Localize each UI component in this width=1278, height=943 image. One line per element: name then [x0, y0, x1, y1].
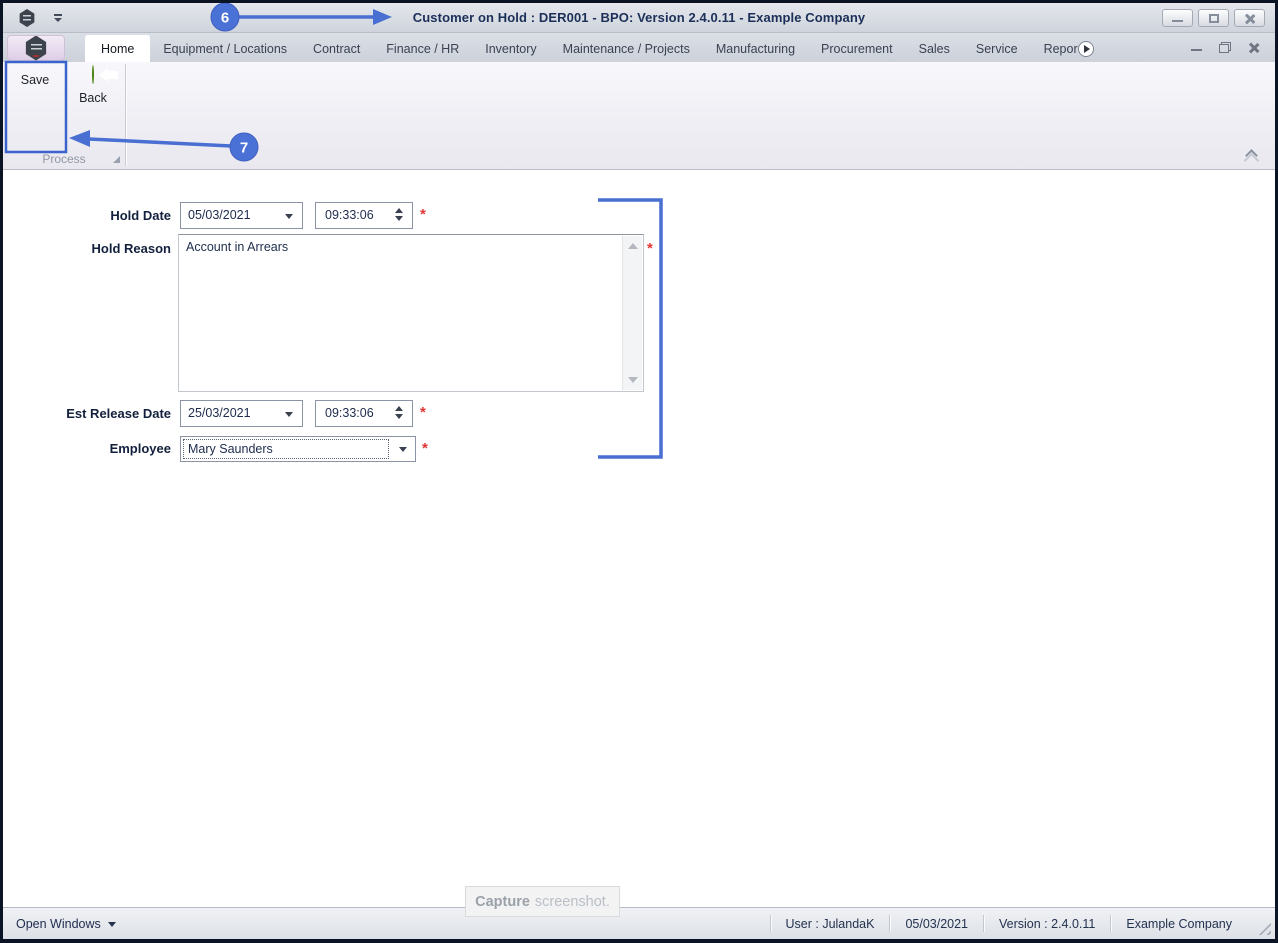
tab-equipment-locations[interactable]: Equipment / Locations [150, 35, 300, 62]
document-close-icon[interactable] [1248, 42, 1259, 53]
est-release-time-spinner[interactable]: 09:33:06 [315, 400, 413, 427]
ribbon-group-separator [125, 64, 126, 166]
app-logo-icon [25, 35, 47, 61]
tab-service[interactable]: Service [963, 35, 1031, 62]
save-button[interactable]: Save [9, 66, 61, 87]
dropdown-arrow-icon[interactable] [285, 214, 293, 219]
required-asterisk: * [647, 240, 653, 257]
dropdown-arrow-icon[interactable] [399, 447, 407, 452]
ribbon-content: Save Back Process [3, 62, 1275, 170]
textarea-scrollbar[interactable] [622, 236, 642, 390]
window-title: Customer on Hold : DER001 - BPO: Version… [412, 10, 866, 25]
employee-combobox[interactable]: Mary Saunders [180, 436, 416, 462]
scroll-down-icon[interactable] [627, 377, 638, 383]
tab-inventory[interactable]: Inventory [472, 35, 549, 62]
app-window: Customer on Hold : DER001 - BPO: Version… [0, 0, 1278, 943]
close-icon [1244, 13, 1255, 24]
group-dialog-launcher-icon[interactable] [113, 156, 120, 163]
close-button[interactable] [1234, 9, 1265, 27]
spin-up-icon[interactable] [395, 406, 403, 411]
status-bar: Open Windows User : JulandaK 05/03/2021 … [3, 907, 1275, 939]
hold-reason-textarea[interactable]: Account in Arrears [178, 234, 644, 392]
triangle-down-icon [107, 922, 116, 927]
ribbon-tab-row: Home Equipment / Locations Contract Fina… [3, 33, 1275, 62]
status-date: 05/03/2021 [905, 916, 969, 931]
back-button-label: Back [79, 91, 107, 105]
tab-procurement[interactable]: Procurement [808, 35, 906, 62]
dropdown-arrow-icon[interactable] [285, 412, 293, 417]
status-version: Version : 2.4.0.11 [999, 916, 1096, 931]
spin-up-icon[interactable] [395, 208, 403, 213]
spinner-arrows[interactable] [395, 208, 403, 221]
required-asterisk: * [420, 404, 426, 421]
tab-contract[interactable]: Contract [300, 35, 373, 62]
open-windows-dropdown[interactable]: Open Windows [16, 908, 116, 939]
required-asterisk: * [422, 440, 428, 457]
window-controls [1162, 9, 1265, 27]
capture-screenshot-overlay: Capture screenshot. [465, 886, 620, 917]
spin-down-icon[interactable] [395, 216, 403, 221]
maximize-icon [1208, 13, 1219, 23]
scroll-up-icon[interactable] [627, 243, 638, 249]
status-user: User : JulandaK [785, 916, 875, 931]
hold-time-spinner[interactable]: 09:33:06 [315, 202, 413, 229]
status-company: Example Company [1126, 916, 1232, 931]
tab-scroll-right-button[interactable] [1077, 40, 1094, 57]
spinner-arrows[interactable] [395, 406, 403, 419]
hold-date-label: Hold Date [110, 208, 171, 223]
tab-home[interactable]: Home [85, 35, 151, 62]
hold-date-picker[interactable]: 05/03/2021 [180, 202, 303, 229]
document-window-controls [1191, 42, 1259, 53]
status-cells: User : JulandaK 05/03/2021 Version : 2.4… [769, 908, 1247, 939]
tab-sales[interactable]: Sales [906, 35, 963, 62]
back-button[interactable]: Back [67, 65, 119, 105]
ribbon-tabs: Home Equipment / Locations Contract Fina… [85, 35, 1135, 62]
resize-grip-icon[interactable] [1257, 921, 1271, 935]
maximize-button[interactable] [1198, 9, 1229, 27]
est-release-date-picker[interactable]: 25/03/2021 [180, 400, 303, 427]
tab-reporting-truncated[interactable]: Repor [1031, 35, 1107, 62]
save-button-label: Save [20, 73, 50, 87]
ribbon-collapse-icon[interactable] [1245, 149, 1258, 162]
form-workspace: Hold Date 05/03/2021 09:33:06 * Hold Rea… [3, 170, 1275, 907]
application-menu-button[interactable] [7, 35, 65, 61]
document-minimize-icon[interactable] [1191, 48, 1202, 52]
hold-reason-label: Hold Reason [91, 241, 171, 256]
required-asterisk: * [420, 206, 426, 223]
triangle-right-icon [1083, 44, 1090, 53]
back-arrow-icon [92, 65, 118, 84]
tab-finance-hr[interactable]: Finance / HR [373, 35, 472, 62]
spin-down-icon[interactable] [395, 414, 403, 419]
minimize-button[interactable] [1162, 9, 1193, 27]
tab-maintenance-projects[interactable]: Maintenance / Projects [550, 35, 703, 62]
document-restore-icon[interactable] [1219, 42, 1231, 53]
employee-label: Employee [109, 441, 171, 456]
title-bar: Customer on Hold : DER001 - BPO: Version… [3, 3, 1275, 33]
ribbon-group-label: Process [42, 152, 86, 166]
minimize-icon [1172, 19, 1183, 23]
tab-manufacturing[interactable]: Manufacturing [703, 35, 808, 62]
est-release-date-label: Est Release Date [66, 406, 171, 421]
